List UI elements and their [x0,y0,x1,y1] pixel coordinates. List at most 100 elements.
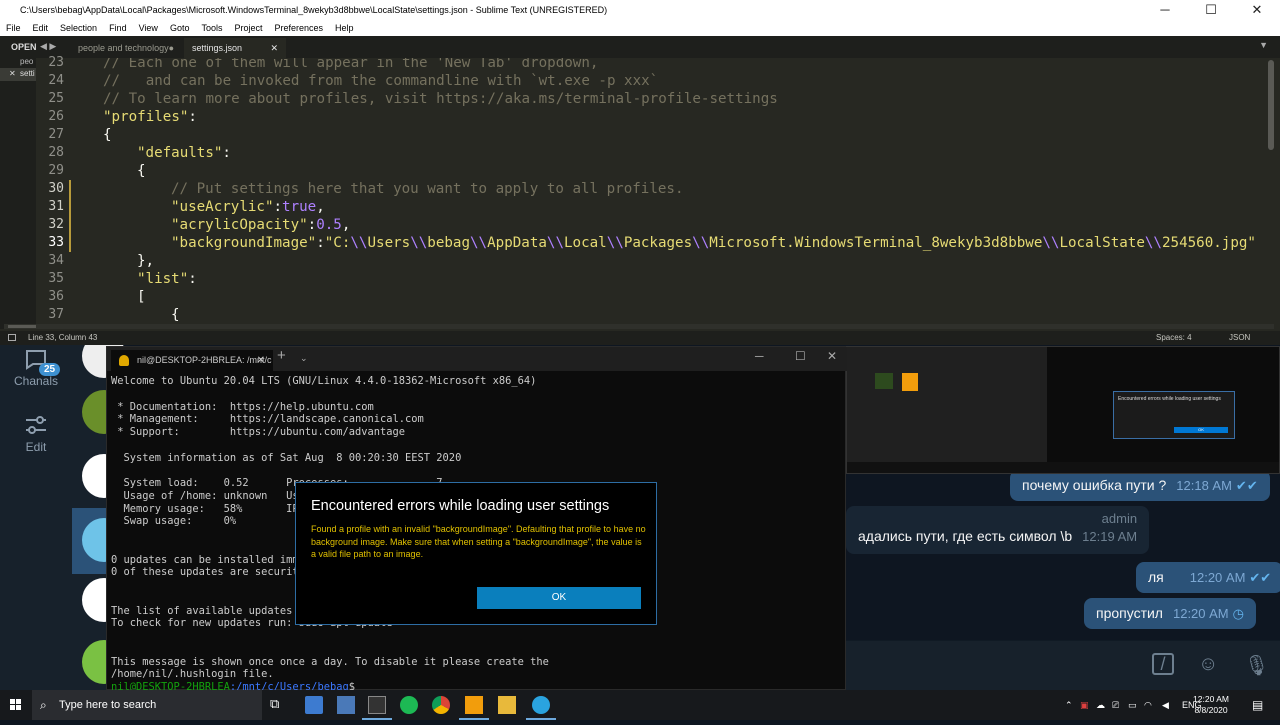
notification-center-icon[interactable]: ▤ [1252,690,1263,720]
command-slash-icon[interactable]: / [1152,653,1174,675]
thumbnail-error-dialog: Encountered errors while loading user se… [1113,391,1235,439]
emoji-icon[interactable]: ☺ [1198,653,1218,676]
maximize-button[interactable]: ☐ [1188,0,1234,20]
tray-volume-icon[interactable]: ◀ [1162,690,1169,720]
code-line: { [171,307,180,323]
terminal-line: /home/nil/.hushlogin file. [111,668,274,681]
windows-logo-icon [10,699,21,710]
task-view-icon[interactable]: ⧉ [270,696,288,714]
menu-preferences[interactable]: Preferences [274,23,323,33]
tray-app-icon[interactable]: ▣ [1080,690,1089,720]
clock-date: 8/8/2020 [1194,705,1228,715]
sidebar-file-selected[interactable]: ✕ setti [0,68,38,81]
sidebar-file[interactable]: peo [20,57,33,66]
menu-find[interactable]: Find [109,23,127,33]
edit-folders-button[interactable]: Edit [0,414,72,454]
tab-settings-json[interactable]: settings.json ✕ [184,38,286,58]
menu-edit[interactable]: Edit [33,23,49,33]
code-editor[interactable]: // Each one of them will appear in the '… [86,58,1266,324]
status-bar: Line 33, Column 43 Spaces: 4 JSON [0,331,1280,345]
tab-people-and-technology[interactable]: people and technology ● [70,38,182,58]
line-number: 31 [48,199,64,214]
minimize-button[interactable]: ─ [1142,0,1188,20]
new-tab-plus-icon[interactable]: + [277,347,286,364]
sublime-text-icon[interactable] [465,696,483,714]
chanals-label: Chanals [13,374,59,388]
panel-toggle-icon[interactable] [8,334,16,341]
dialog-title: Encountered errors while loading user se… [311,498,610,514]
file-manager-icon[interactable] [305,696,323,714]
code-line: // Each one of them will appear in the '… [103,58,599,71]
telegram-icon[interactable] [532,696,550,714]
clock-time: 12:20 AM [1193,694,1229,704]
line-number-current: 33 [48,235,64,250]
telegram-folder-sidebar: 25 Chanals Edit [0,330,72,690]
terminal-app-icon[interactable] [368,696,386,714]
maximize-button[interactable]: ☐ [795,349,806,363]
horizontal-scrollbar[interactable] [4,324,1274,329]
menu-selection[interactable]: Selection [60,23,97,33]
menu-tools[interactable]: Tools [201,23,222,33]
microphone-icon[interactable]: 🎙 [1244,653,1269,678]
calculator-icon[interactable] [337,696,355,714]
chevron-down-icon[interactable]: ⌄ [300,353,308,364]
close-tab-icon[interactable]: ✕ [257,350,265,371]
folder-icon[interactable] [498,696,516,714]
menu-file[interactable]: File [6,23,21,33]
terminal-tab[interactable]: nil@DESKTOP-2HBRLEA: /mnt/c ✕ [111,350,273,371]
message-bubble[interactable]: admin адались пути, где есть символ \b 12… [846,506,1150,554]
code-line: [ [137,289,146,305]
scroll-thumb[interactable] [8,325,36,328]
cursor-position: Line 33, Column 43 [28,333,98,342]
code-line: "acrylicOpacity":0.5, [171,217,351,233]
indentation-setting[interactable]: Spaces: 4 [1156,331,1192,345]
start-button[interactable] [0,690,32,720]
taskbar-clock[interactable]: 12:20 AM 8/8/2020 [1186,694,1236,716]
thumbnail-sublime-icon [902,373,918,391]
tray-battery-icon[interactable]: ▭ [1128,690,1137,720]
chanals-folder-button[interactable]: 25 Chanals [0,348,72,388]
dirty-dot-icon[interactable]: ● [169,38,174,58]
menu-help[interactable]: Help [335,23,354,33]
terminal-line: * Support: https://ubuntu.com/advantage [111,426,406,438]
spotify-icon[interactable] [400,696,418,714]
message-bubble[interactable]: пропустил 12:20 AM ◷ [1084,598,1256,629]
close-icon[interactable]: ✕ [9,69,16,78]
close-tab-icon[interactable]: ✕ [270,38,278,58]
terminal-line: System information as of Sat Aug 8 00:20… [111,451,462,464]
tray-network-icon[interactable]: ⎚ [1112,690,1119,720]
line-number: 28 [48,145,64,160]
edit-label: Edit [25,440,47,454]
tray-chevron-up-icon[interactable]: ⌃ [1065,690,1073,720]
tray-wifi-icon[interactable]: ◠ [1144,690,1152,720]
message-text: адались пути, где есть символ \b [858,528,1073,544]
terminal-tab-title: nil@DESKTOP-2HBRLEA: /mnt/c [137,355,272,365]
message-bubble[interactable]: почему ошибка пути ? 12:18 AM ✔✔ [1010,470,1270,501]
message-time: 12:20 AM [1189,570,1246,585]
menu-project[interactable]: Project [234,23,262,33]
line-number-gutter: 23 24 25 26 27 28 29 30 31 32 33 34 35 3… [36,55,86,324]
sublime-text-window: C:\Users\bebag\AppData\Local\Packages\Mi… [0,0,1280,345]
sliders-icon [26,416,46,434]
thumbnail-explorer-pane [847,347,1047,462]
screenshot-thumbnail[interactable]: Encountered errors while loading user se… [846,346,1280,474]
tab-nav-arrows-icon[interactable]: ◀ ▶ [40,41,56,52]
minimize-button[interactable]: ─ [755,349,764,363]
message-input-bar[interactable]: / ☺ 🎙 [846,640,1280,690]
vertical-scrollbar[interactable] [1268,60,1274,150]
menu-goto[interactable]: Goto [170,23,190,33]
message-time: 12:18 AM [1176,478,1232,493]
taskbar-search-box[interactable]: ⌕ Type here to search [32,690,262,720]
menu-view[interactable]: View [139,23,158,33]
title-bar[interactable]: C:\Users\bebag\AppData\Local\Packages\Mi… [0,0,1280,20]
message-bubble[interactable]: ля 12:20 AM ✔✔ [1136,562,1280,593]
ok-button[interactable]: OK [477,587,641,609]
unread-badge: 25 [39,363,61,376]
message-time: 12:20 AM [1172,606,1229,621]
tab-dropdown-icon[interactable]: ▼ [1259,40,1268,50]
close-button[interactable]: ✕ [827,349,837,363]
syntax-setting[interactable]: JSON [1229,331,1250,345]
tray-cloud-icon[interactable]: ☁ [1096,690,1105,720]
close-button[interactable]: ✕ [1234,0,1280,20]
chrome-icon[interactable] [432,696,450,714]
